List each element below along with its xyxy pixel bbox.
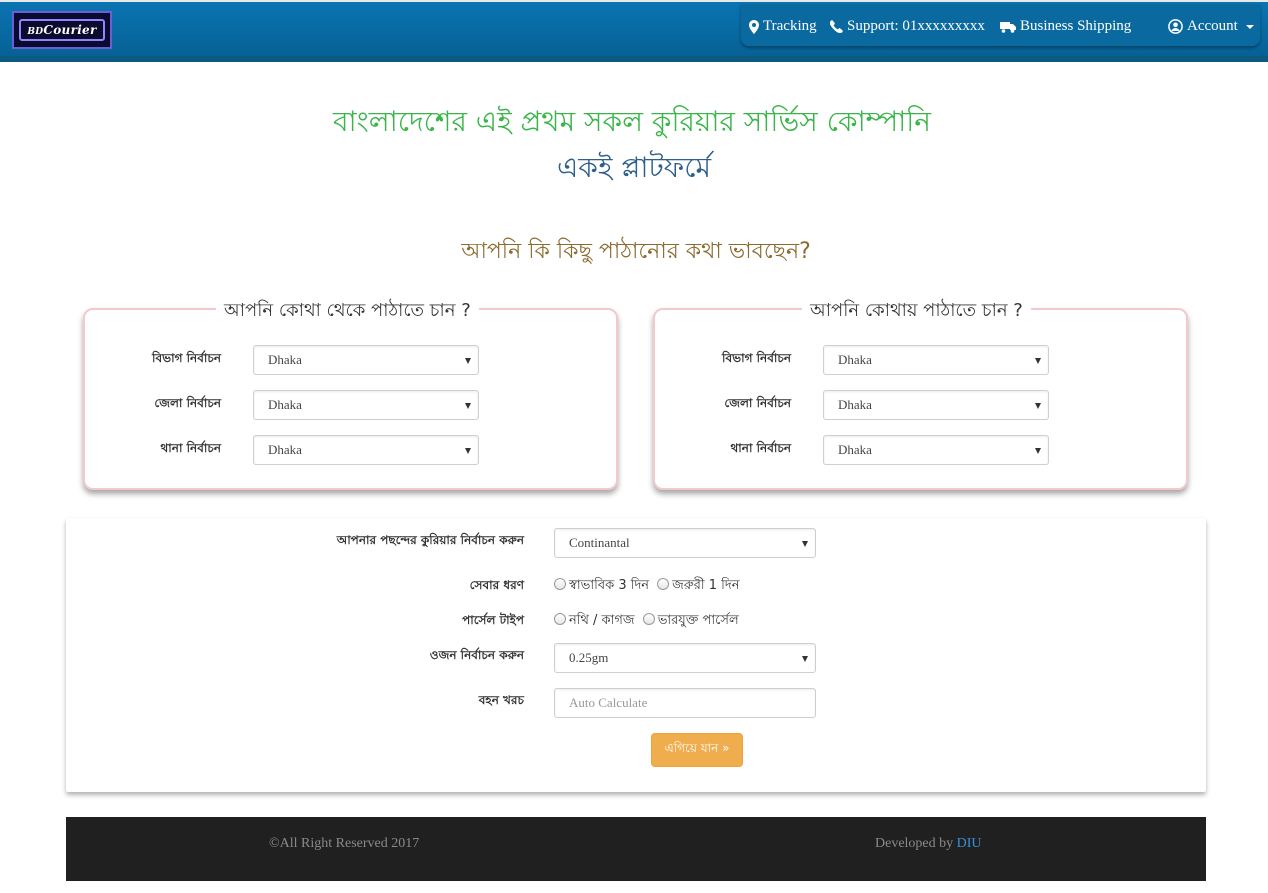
from-district-label: জেলা নির্বাচন xyxy=(154,396,221,410)
send-question-heading: আপনি কি কিছু পাঠানোর কথা ভাবছেন? xyxy=(461,239,811,264)
service-normal-radio[interactable] xyxy=(554,577,566,590)
service-normal-label: স্বাভাবিক 3 দিন xyxy=(569,578,650,593)
developer-prefix: Developed by xyxy=(875,836,957,851)
from-thana-select[interactable]: Dhaka xyxy=(253,435,479,465)
bdcourier-logo[interactable]: BDCourier xyxy=(12,11,112,49)
service-type-options: স্বাভাবিক 3 দিন জরুরী 1 দিন xyxy=(554,576,740,597)
copyright-text: ©All Right Reserved 2017 xyxy=(269,836,420,851)
top-navbar: BDCourier Tracking Support: 01xxxxxxxxx … xyxy=(0,0,1268,62)
weight-select[interactable]: 0.25gm xyxy=(554,643,816,673)
developer-link[interactable]: DIU xyxy=(957,836,982,851)
nav-business-shipping-link[interactable]: Business Shipping xyxy=(1000,18,1131,35)
select-arrow-icon xyxy=(465,448,471,454)
user-circle-icon xyxy=(1168,19,1183,34)
parcel-document-radio[interactable] xyxy=(554,612,566,625)
select-arrow-icon xyxy=(802,656,808,662)
parcel-heavy-label: ভারযুক্ত পার্সেল xyxy=(657,613,739,628)
to-district-value: Dhaka xyxy=(838,397,872,412)
nav-support-label: Support: 01xxxxxxxxx xyxy=(847,18,985,34)
courier-value: Continantal xyxy=(569,535,630,550)
from-district-value: Dhaka xyxy=(268,397,302,412)
nav-tracking-link[interactable]: Tracking xyxy=(749,18,817,35)
developer-credit: Developed by DIU xyxy=(875,836,982,852)
courier-select[interactable]: Continantal xyxy=(554,528,816,558)
logo-text: BDCourier xyxy=(19,19,105,41)
select-arrow-icon xyxy=(1035,403,1041,409)
to-thana-select[interactable]: Dhaka xyxy=(823,435,1049,465)
from-division-label: বিভাগ নির্বাচন xyxy=(152,351,221,365)
to-location-panel: আপনি কোথায় পাঠাতে চান ? বিভাগ নির্বাচন … xyxy=(653,296,1188,490)
from-panel-legend: আপনি কোথা থেকে পাঠাতে চান ? xyxy=(216,296,479,327)
hero-headline: বাংলাদেশের এই প্রথম সকল কুরিয়ার সার্ভিস… xyxy=(332,105,932,138)
to-division-select[interactable]: Dhaka xyxy=(823,345,1049,375)
delivery-cost-input[interactable]: Auto Calculate xyxy=(554,688,816,718)
courier-label: আপনার পছন্দের কুরিয়ার নির্বাচন করুন xyxy=(336,533,524,547)
page-footer: ©All Right Reserved 2017 Developed by DI… xyxy=(66,817,1206,881)
delivery-cost-placeholder: Auto Calculate xyxy=(569,695,648,710)
parcel-document-label: নথি / কাগজ xyxy=(569,613,635,628)
select-arrow-icon xyxy=(1035,448,1041,454)
from-location-panel: আপনি কোথা থেকে পাঠাতে চান ? বিভাগ নির্বা… xyxy=(83,296,618,490)
nav-support-link[interactable]: Support: 01xxxxxxxxx xyxy=(830,18,985,35)
from-thana-label: থানা নির্বাচন xyxy=(160,441,221,455)
nav-account-dropdown[interactable]: Account xyxy=(1168,18,1254,35)
parcel-type-options: নথি / কাগজ ভারযুক্ত পার্সেল xyxy=(554,611,739,632)
to-division-value: Dhaka xyxy=(838,352,872,367)
to-panel-legend: আপনি কোথায় পাঠাতে চান ? xyxy=(802,296,1031,327)
parcel-heavy-radio[interactable] xyxy=(642,612,655,625)
service-urgent-label: জরুরী 1 দিন xyxy=(672,578,740,593)
from-division-select[interactable]: Dhaka xyxy=(253,345,479,375)
to-district-label: জেলা নির্বাচন xyxy=(724,396,791,410)
to-district-select[interactable]: Dhaka xyxy=(823,390,1049,420)
to-thana-label: থানা নির্বাচন xyxy=(730,441,791,455)
hero-subheadline: একই প্লাটফর্মে xyxy=(556,151,712,184)
nav-menu: Tracking Support: 01xxxxxxxxx Business S… xyxy=(741,4,1260,46)
nav-account-label: Account xyxy=(1187,18,1238,34)
nav-business-shipping-label: Business Shipping xyxy=(1020,18,1132,34)
proceed-button[interactable]: এগিয়ে যান » xyxy=(651,733,743,767)
weight-value: 0.25gm xyxy=(569,650,609,665)
map-marker-icon xyxy=(749,19,759,34)
service-type-label: সেবার ধরণ xyxy=(469,578,524,592)
to-division-label: বিভাগ নির্বাচন xyxy=(722,351,791,365)
chevron-down-icon xyxy=(1245,24,1254,29)
select-arrow-icon xyxy=(1035,358,1041,364)
truck-icon xyxy=(1000,21,1016,33)
parcel-type-label: পার্সেল টাইপ xyxy=(462,613,524,627)
from-district-select[interactable]: Dhaka xyxy=(253,390,479,420)
from-division-value: Dhaka xyxy=(268,352,302,367)
to-thana-value: Dhaka xyxy=(838,442,872,457)
select-arrow-icon xyxy=(465,403,471,409)
shipping-options-form: আপনার পছন্দের কুরিয়ার নির্বাচন করুন Con… xyxy=(66,518,1206,792)
phone-icon xyxy=(830,20,843,33)
from-thana-value: Dhaka xyxy=(268,442,302,457)
service-urgent-radio[interactable] xyxy=(657,577,670,590)
select-arrow-icon xyxy=(465,358,471,364)
nav-tracking-label: Tracking xyxy=(763,18,817,34)
weight-label: ওজন নির্বাচন করুন xyxy=(429,648,524,662)
select-arrow-icon xyxy=(802,541,808,547)
delivery-cost-label: বহন খরচ xyxy=(478,693,524,707)
